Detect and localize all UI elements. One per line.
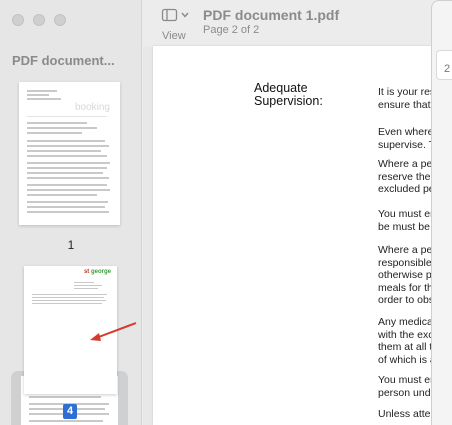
document-title: PDF document 1.pdf [203, 7, 340, 23]
document-paragraph: You must en person unde [378, 374, 431, 399]
paragraph-line: meals for tha [378, 281, 431, 294]
paragraph-line: Any medicati [378, 316, 431, 328]
side-panel-text: 2 [444, 63, 451, 75]
document-paragraph: Unless atten [378, 408, 431, 421]
paragraph-line: supervise. T [378, 138, 431, 151]
paragraph-line: of which is a [378, 353, 431, 366]
document-paragraph: Any medicatiwith the excethem at all tio… [378, 316, 431, 366]
document-page-indicator: Page 2 of 2 [203, 24, 260, 36]
paragraph-line: them at all ti [378, 341, 431, 353]
document-page: Adequate Supervision: It is your res ensu… [153, 46, 431, 425]
paragraph-line: It is your res [378, 86, 431, 98]
paragraph-line: Even where [378, 126, 431, 138]
paragraph-line: responsible [378, 256, 431, 269]
paragraph-line: Where a pers [378, 244, 431, 256]
paragraph-line: order to obse [378, 294, 431, 306]
toolbar: View PDF document 1.pdf Page 2 of 2 [143, 0, 452, 46]
document-paragraph: Where a persresponsibleotherwise pemeals… [378, 244, 431, 307]
document-paragraph: It is your res ensure that [378, 86, 431, 111]
paragraph-line: Unless atten [378, 408, 431, 420]
paragraph-line: person unde [378, 386, 431, 399]
paragraph-line: You must en [378, 374, 431, 386]
paragraph-line: otherwise pe [378, 269, 431, 281]
section-heading: Adequate Supervision: [254, 81, 323, 108]
paragraph-line: with the exce [378, 328, 431, 341]
paragraph-line: Where a pers [378, 158, 431, 170]
paragraph-line: excluded pe [378, 183, 431, 195]
document-paragraph: You must enbe must be invo [378, 208, 431, 233]
sidebar-toggle-icon [161, 8, 189, 22]
view-label: View [162, 30, 186, 42]
paragraph-line: reserve the r [378, 170, 431, 183]
paragraph-line: be must be invo [378, 220, 430, 233]
document-paragraph: Where a persreserve the rexcluded pe [378, 158, 431, 196]
document-paragraph: Even where supervise. T [378, 126, 431, 151]
paragraph-line: ensure that [378, 98, 431, 111]
paragraph-line: You must en [378, 208, 431, 220]
view-menu-button[interactable] [161, 7, 193, 23]
